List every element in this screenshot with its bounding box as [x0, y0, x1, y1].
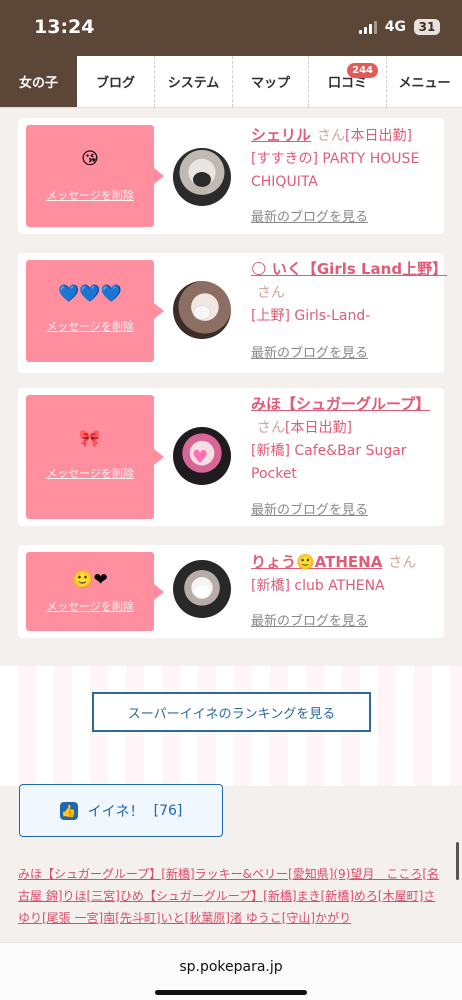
latest-blog-link[interactable]: 最新のブログを見る — [251, 610, 368, 629]
honorific: さん — [317, 128, 346, 144]
girl-name-link[interactable]: 🌕 いく【Girls Land上野】 — [251, 260, 447, 278]
avatar[interactable] — [173, 148, 231, 206]
battery-icon: 31 — [414, 19, 440, 35]
tab-map-label: マップ — [250, 76, 290, 91]
home-indicator[interactable] — [155, 990, 307, 995]
delete-message-link[interactable]: メッセージを削除 — [26, 465, 154, 481]
avatar[interactable]: ♥ — [173, 427, 231, 485]
reviews-badge: 244 — [347, 63, 378, 78]
related-link[interactable]: まき[新橋] — [297, 889, 354, 903]
girl-info: 🌕 いく【Girls Land上野】さん [上野] Girls-Land- — [251, 258, 447, 328]
latest-blog-link[interactable]: 最新のブログを見る — [251, 499, 368, 518]
delete-message-link[interactable]: メッセージを削除 — [26, 187, 154, 203]
status-time: 13:24 — [34, 16, 95, 38]
shop-link[interactable]: [新橋] club ATHENA — [251, 578, 385, 594]
related-link[interactable]: みほ【シュガーグループ】[新橋] — [18, 867, 195, 881]
avatar[interactable] — [173, 281, 231, 339]
shop-link[interactable]: [上野] Girls-Land- — [251, 308, 370, 324]
signal-icon — [358, 20, 377, 34]
girl-info: りょう🙂ATHENA さん [新橋] club ATHENA — [251, 551, 441, 598]
tab-menu[interactable]: メニュー — [387, 56, 462, 107]
tab-girls[interactable]: 女の子 — [0, 56, 77, 107]
shop-link[interactable]: [すすきの] PARTY HOUSE CHIQUITA — [251, 151, 419, 190]
message-preview: 🎀 メッセージを削除 — [26, 395, 154, 519]
status-bar: 13:24 4G 31 — [0, 0, 462, 56]
related-link[interactable]: かがり — [315, 911, 351, 925]
latest-blog-link[interactable]: 最新のブログを見る — [251, 206, 368, 225]
girl-name-link[interactable]: りょう🙂ATHENA — [251, 553, 382, 571]
like-button[interactable]: 👍 イイネ！ [76] — [19, 784, 223, 837]
message-card: 💙💙💙 メッセージを削除 🌕 いく【Girls Land上野】さん [上野] G… — [18, 253, 447, 373]
honorific: さん — [257, 420, 285, 436]
related-link[interactable]: りほ[三宮] — [63, 889, 120, 903]
tab-system[interactable]: システム — [155, 56, 233, 107]
avatar[interactable] — [173, 560, 231, 618]
browser-bottom-bar: sp.pokepara.jp — [0, 942, 462, 1000]
girl-name-link[interactable]: みほ【シュガーグループ】 — [251, 395, 430, 413]
tab-girls-label: 女の子 — [18, 76, 58, 91]
tab-blog[interactable]: ブログ — [77, 56, 155, 107]
ranking-section: スーパーイイネのランキングを見る — [0, 666, 462, 786]
message-emoji: 😘 — [81, 149, 99, 169]
message-emoji: 💙💙💙 — [58, 284, 122, 304]
tab-system-label: システム — [167, 76, 220, 91]
message-emoji: 🎀 — [79, 429, 101, 449]
main-nav: 女の子 ブログ システム マップ 口コミ 244 メニュー — [0, 56, 462, 108]
scrollbar[interactable] — [456, 842, 459, 880]
honorific: さん — [257, 285, 285, 301]
message-card: 🎀 メッセージを削除 ♥ みほ【シュガーグループ】さん[本日出勤] [新橋] C… — [18, 388, 444, 526]
girl-info: みほ【シュガーグループ】さん[本日出勤] [新橋] Cafe&Bar Sugar… — [251, 393, 441, 486]
related-link[interactable]: いと[秋葉原] — [161, 911, 230, 925]
latest-blog-link[interactable]: 最新のブログを見る — [251, 342, 368, 361]
message-preview: 💙💙💙 メッセージを削除 — [26, 260, 154, 362]
message-list: 😘 メッセージを削除 シェリル さん[本日出勤] [すすきの] PARTY HOU… — [0, 108, 462, 942]
girl-info: シェリル さん[本日出勤] [すすきの] PARTY HOUSE CHIQUITA — [251, 124, 441, 194]
tab-menu-label: メニュー — [398, 76, 451, 91]
tab-map[interactable]: マップ — [233, 56, 309, 107]
super-like-ranking-button[interactable]: スーパーイイネのランキングを見る — [92, 692, 371, 732]
like-count: [76] — [153, 802, 183, 819]
delete-message-link[interactable]: メッセージを削除 — [26, 318, 154, 334]
message-card: 😘 メッセージを削除 シェリル さん[本日出勤] [すすきの] PARTY HOU… — [18, 118, 444, 234]
related-link[interactable]: めろ[木屋町] — [354, 889, 423, 903]
message-emoji: 🙂❤ — [72, 570, 108, 590]
message-preview: 🙂❤ メッセージを削除 — [26, 552, 154, 631]
tab-blog-label: ブログ — [95, 76, 135, 91]
message-preview: 😘 メッセージを削除 — [26, 125, 154, 227]
shop-link[interactable]: [新橋] Cafe&Bar Sugar Pocket — [251, 443, 407, 482]
address-bar[interactable]: sp.pokepara.jp — [0, 959, 462, 975]
related-link[interactable]: 南[先斗町] — [103, 911, 160, 925]
work-status: [本日出勤] — [285, 420, 352, 436]
related-link[interactable]: 渚 ゆうこ[守山] — [230, 911, 315, 925]
network-label: 4G — [384, 19, 406, 35]
related-link[interactable]: ラッキー&ベリー[愛知県](9) — [195, 867, 351, 881]
tab-reviews[interactable]: 口コミ 244 — [309, 56, 387, 107]
work-status: [本日出勤] — [345, 128, 412, 144]
status-indicators: 4G 31 — [358, 19, 440, 35]
message-card: 🙂❤ メッセージを削除 りょう🙂ATHENA さん [新橋] club ATHEN… — [18, 545, 444, 638]
thumbs-up-icon: 👍 — [59, 801, 78, 820]
girl-name-link[interactable]: シェリル — [251, 126, 311, 144]
related-link[interactable]: ひめ【シュガーグループ】[新橋] — [120, 889, 297, 903]
related-girls-list: みほ【シュガーグループ】[新橋]ラッキー&ベリー[愛知県](9)望月 こころ[名… — [18, 863, 443, 929]
honorific: さん — [388, 555, 417, 571]
like-label: イイネ！ — [87, 803, 144, 820]
delete-message-link[interactable]: メッセージを削除 — [26, 598, 154, 614]
